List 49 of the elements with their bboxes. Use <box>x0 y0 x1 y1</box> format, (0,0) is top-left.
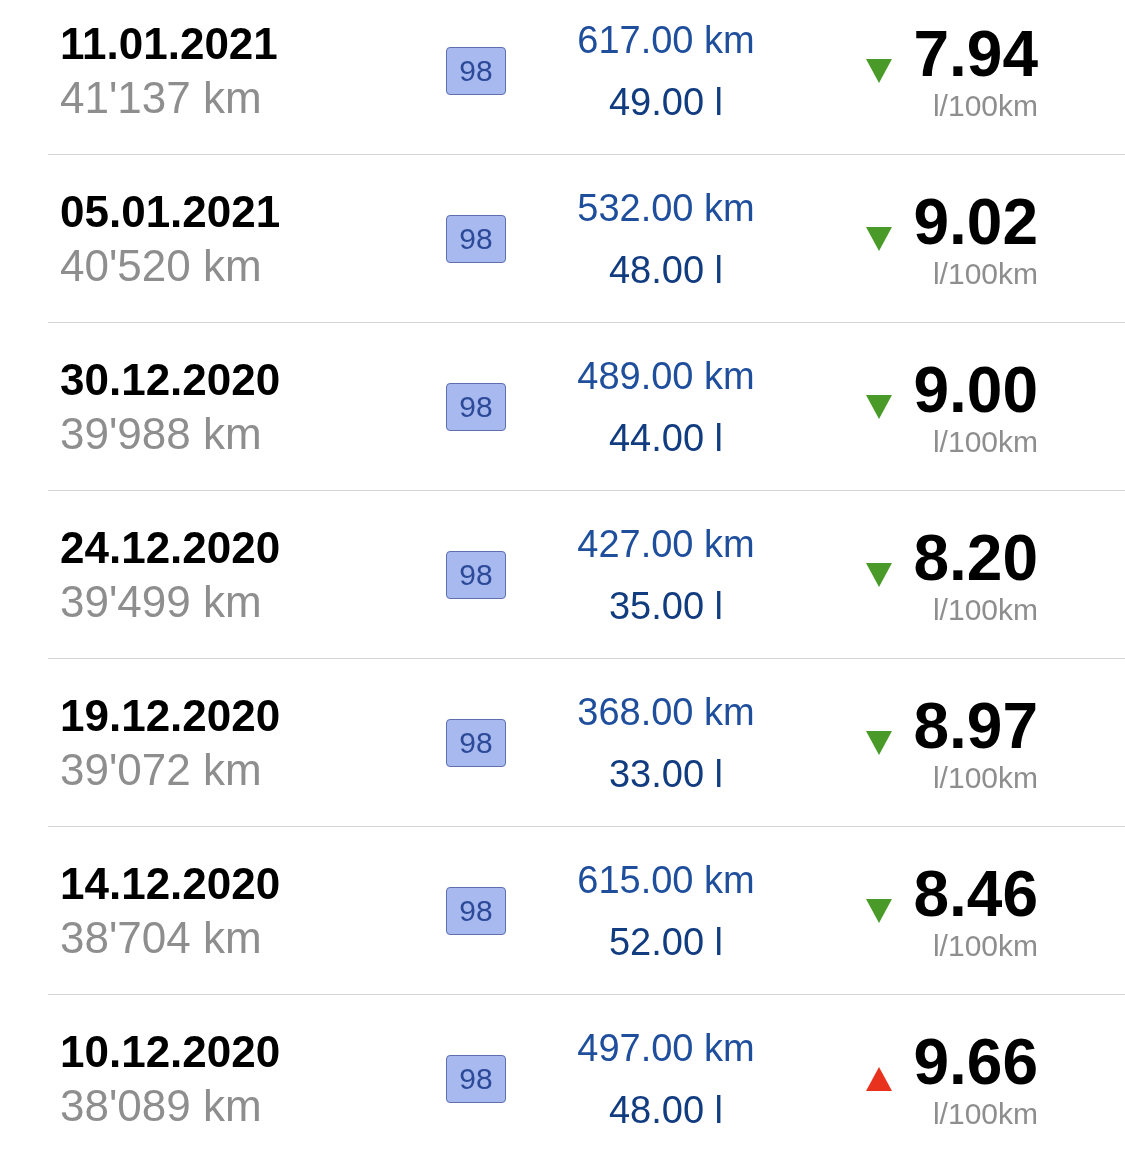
fuel-grade-badge: 98 <box>446 886 506 935</box>
odometer-reading: 39'499 km <box>60 577 263 626</box>
consumption-value: 8.46 <box>913 858 1038 929</box>
fuel-volume: 33.00 l <box>608 751 724 796</box>
fuel-grade-badge: 98 <box>446 550 506 599</box>
trip-distance: 497.00 km <box>577 1025 755 1070</box>
consumption-unit: l/100km <box>932 88 1038 123</box>
trip-distance: 532.00 km <box>577 185 755 230</box>
trip-distance: 427.00 km <box>577 521 755 566</box>
fuel-volume: 35.00 l <box>608 583 724 628</box>
consumption-value: 8.20 <box>913 522 1038 593</box>
odometer-reading: 38'704 km <box>60 913 263 962</box>
odometer-reading: 40'520 km <box>60 241 263 290</box>
odometer-reading: 39'072 km <box>60 745 263 794</box>
consumption-value: 9.00 <box>913 354 1038 425</box>
fuel-grade-badge: 98 <box>446 214 506 263</box>
odometer-reading: 41'137 km <box>60 73 263 122</box>
consumption-unit: l/100km <box>932 424 1038 459</box>
trip-distance: 489.00 km <box>577 353 755 398</box>
consumption-value: 8.97 <box>913 690 1038 761</box>
entry-date: 19.12.2020 <box>60 691 282 740</box>
entry-date: 11.01.2021 <box>60 19 279 68</box>
consumption-value: 7.94 <box>913 18 1038 89</box>
consumption-unit: l/100km <box>932 1096 1038 1131</box>
consumption-unit: l/100km <box>932 928 1038 963</box>
entry-date: 24.12.2020 <box>60 523 282 572</box>
fuel-volume: 48.00 l <box>608 1087 724 1132</box>
trip-distance: 617.00 km <box>577 17 755 62</box>
fuel-grade-badge: 98 <box>446 718 506 767</box>
entry-date: 10.12.2020 <box>60 1027 282 1076</box>
consumption-value: 9.66 <box>913 1026 1038 1097</box>
trip-distance: 615.00 km <box>577 857 755 902</box>
entry-date: 14.12.2020 <box>60 859 282 908</box>
fuel-volume: 52.00 l <box>608 919 724 964</box>
odometer-reading: 38'089 km <box>60 1081 263 1130</box>
fuel-volume: 48.00 l <box>608 247 724 292</box>
entry-date: 05.01.2021 <box>60 187 282 236</box>
fuel-grade-badge: 98 <box>446 1054 506 1103</box>
consumption-unit: l/100km <box>932 592 1038 627</box>
consumption-value: 9.02 <box>913 186 1038 257</box>
trip-distance: 368.00 km <box>577 689 755 734</box>
fuel-volume: 49.00 l <box>608 79 724 124</box>
entry-date: 30.12.2020 <box>60 355 282 404</box>
fuel-volume: 44.00 l <box>608 415 724 460</box>
fuel-grade-badge: 98 <box>446 46 506 95</box>
consumption-unit: l/100km <box>932 256 1038 291</box>
odometer-reading: 39'988 km <box>60 409 263 458</box>
consumption-unit: l/100km <box>932 760 1038 795</box>
fuel-grade-badge: 98 <box>446 382 506 431</box>
